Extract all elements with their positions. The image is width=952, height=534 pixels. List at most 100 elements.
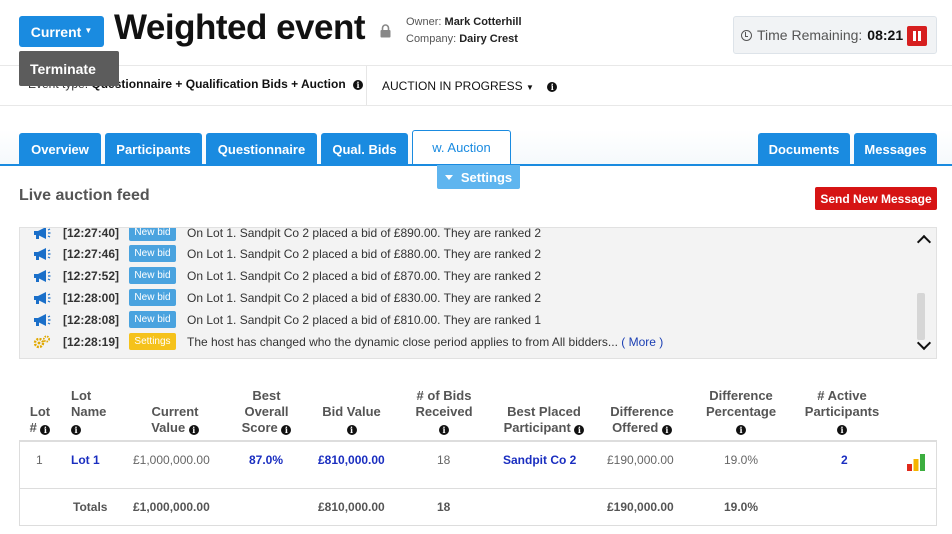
info-icon[interactable]: i xyxy=(188,424,199,435)
info-icon[interactable]: i xyxy=(547,81,558,92)
megaphone-icon xyxy=(34,270,51,282)
feed-badge: New bid xyxy=(129,245,176,262)
time-remaining-box: Time Remaining: 08:21 xyxy=(733,16,937,54)
feed-timestamp: [12:27:40] xyxy=(63,227,120,240)
info-icon[interactable]: i xyxy=(439,424,449,435)
divider xyxy=(936,441,937,526)
caret-down-icon: ▼ xyxy=(526,83,534,92)
feed-badge: New bid xyxy=(129,267,176,284)
info-icon[interactable]: i xyxy=(71,424,81,435)
caret-down-icon xyxy=(444,174,453,180)
info-icon[interactable]: i xyxy=(736,424,746,435)
column-header[interactable]: Lot # i xyxy=(19,404,61,436)
active-participants-link[interactable]: 2 xyxy=(841,453,848,467)
totals-label: Totals xyxy=(73,500,108,514)
feed-badge: Settings xyxy=(129,333,176,350)
tab-overview[interactable]: Overview xyxy=(19,133,101,165)
gears-icon xyxy=(33,335,50,349)
owner-info: Owner: Mark Cotterhill xyxy=(406,16,522,28)
lot-name-link[interactable]: Lot 1 xyxy=(71,453,100,467)
send-new-message-button[interactable]: Send New Message xyxy=(815,187,937,210)
column-header[interactable]: Difference Percentage i xyxy=(697,388,785,436)
cell-current-value: £1,000,000.00 xyxy=(133,453,210,467)
tab-documents[interactable]: Documents xyxy=(758,133,850,165)
divider xyxy=(19,488,937,489)
feed-timestamp: [12:27:46] xyxy=(63,247,120,261)
info-icon[interactable]: i xyxy=(661,424,672,435)
column-header[interactable]: # Active Participants i xyxy=(797,388,887,436)
info-icon[interactable]: i xyxy=(346,424,357,435)
feed-message: On Lot 1. Sandpit Co 2 placed a bid of £… xyxy=(187,247,542,261)
tab-messages[interactable]: Messages xyxy=(854,133,937,165)
auction-status-dropdown[interactable]: AUCTION IN PROGRESS ▼ i xyxy=(382,79,558,93)
cell-bids-received: 18 xyxy=(437,453,451,467)
feed-title: Live auction feed xyxy=(19,187,150,204)
divider xyxy=(0,65,952,66)
divider xyxy=(19,525,937,526)
total-current-value: £1,000,000.00 xyxy=(133,500,210,514)
feed-message: The host has changed who the dynamic clo… xyxy=(187,335,664,349)
cell-lot-number: 1 xyxy=(36,453,43,467)
feed-timestamp: [12:28:08] xyxy=(63,313,120,327)
feed-message: On Lot 1. Sandpit Co 2 placed a bid of £… xyxy=(187,227,542,240)
cell-difference-percentage: 19.0% xyxy=(724,453,759,467)
scrollbar-thumb[interactable] xyxy=(917,293,925,340)
tab-w-auction[interactable]: w. Auction xyxy=(412,130,511,164)
current-dropdown-button[interactable]: Current ▼ xyxy=(19,16,104,47)
feed-badge: New bid xyxy=(129,289,176,306)
tab-questionnaire[interactable]: Questionnaire xyxy=(206,133,317,165)
info-icon[interactable]: i xyxy=(574,424,585,435)
info-icon[interactable]: i xyxy=(353,79,363,90)
total-difference-percentage: 19.0% xyxy=(724,500,759,514)
best-participant-link[interactable]: Sandpit Co 2 xyxy=(503,453,576,467)
total-bids-received: 18 xyxy=(437,500,451,514)
total-difference-offered: £190,000.00 xyxy=(607,500,674,514)
megaphone-icon xyxy=(34,314,51,326)
tab-qual-bids[interactable]: Qual. Bids xyxy=(321,133,408,165)
divider xyxy=(366,66,367,105)
feed-message: On Lot 1. Sandpit Co 2 placed a bid of £… xyxy=(187,313,542,327)
time-remaining-value: 08:21 xyxy=(867,27,904,43)
more-link[interactable]: ( More ) xyxy=(621,335,663,349)
time-remaining-label: Time Remaining: xyxy=(757,27,863,43)
column-header[interactable]: Best Overall Score i xyxy=(239,388,294,436)
feed-timestamp: [12:28:00] xyxy=(63,291,120,305)
cell-difference-offered: £190,000.00 xyxy=(607,453,674,467)
chevron-up-icon[interactable] xyxy=(916,234,932,250)
info-icon[interactable]: i xyxy=(281,424,292,435)
divider xyxy=(19,441,20,526)
megaphone-icon xyxy=(34,292,51,304)
info-icon[interactable]: i xyxy=(837,424,847,435)
caret-down-icon: ▼ xyxy=(84,26,93,35)
column-header[interactable]: # of Bids Received i xyxy=(404,388,484,436)
bid-value-link[interactable]: £810,000.00 xyxy=(318,453,385,467)
feed-badge: New bid xyxy=(129,228,176,241)
feed-timestamp: [12:28:19] xyxy=(63,335,120,349)
current-label: Current xyxy=(30,23,82,40)
megaphone-icon xyxy=(34,228,51,239)
bar-chart-icon[interactable] xyxy=(906,452,927,472)
tab-participants[interactable]: Participants xyxy=(105,133,202,165)
page-title: Weighted event xyxy=(114,8,366,47)
column-header[interactable]: Bid Value i xyxy=(309,404,394,436)
column-header[interactable]: Difference Offered i xyxy=(602,404,682,436)
feed-timestamp: [12:27:52] xyxy=(63,269,120,283)
column-header[interactable]: Lot Name i xyxy=(71,388,121,436)
megaphone-icon xyxy=(34,248,51,260)
terminate-menu-item[interactable]: Terminate xyxy=(19,51,119,86)
live-auction-feed[interactable]: [12:27:40] New bid On Lot 1. Sandpit Co 2 … xyxy=(19,227,937,359)
info-icon[interactable]: i xyxy=(40,424,51,435)
feed-message: On Lot 1. Sandpit Co 2 placed a bid of £… xyxy=(187,269,542,283)
clock-icon xyxy=(741,29,752,41)
feed-message: On Lot 1. Sandpit Co 2 placed a bid of £… xyxy=(187,291,542,305)
feed-badge: New bid xyxy=(129,311,176,328)
feed-scrollbar[interactable] xyxy=(914,228,936,358)
total-bid-value: £810,000.00 xyxy=(318,500,385,514)
divider xyxy=(0,105,952,106)
divider xyxy=(19,440,937,442)
column-header[interactable]: Best Placed Participant i xyxy=(494,404,594,436)
settings-dropdown-button[interactable]: Settings xyxy=(437,165,520,189)
best-score-link[interactable]: 87.0% xyxy=(249,453,283,467)
pause-icon[interactable] xyxy=(907,26,927,46)
column-header[interactable]: Current Value i xyxy=(129,404,221,436)
